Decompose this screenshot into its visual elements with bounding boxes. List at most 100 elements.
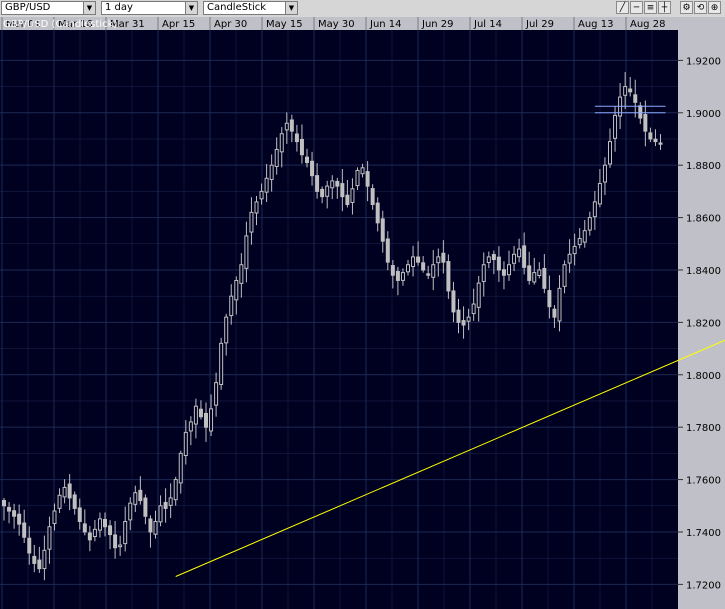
fibonacci-icon[interactable]: ≡: [644, 1, 657, 14]
candle-body: [77, 507, 82, 522]
candle-body: [557, 287, 562, 322]
candle-body: [592, 201, 597, 218]
candle-body: [360, 167, 365, 175]
candle-body: [648, 132, 653, 140]
candle-body: [163, 501, 168, 509]
chart-style-select[interactable]: CandleStick ▼: [203, 1, 298, 15]
candle-body: [390, 265, 395, 276]
y-tick-label: 1.9000: [686, 109, 721, 120]
candle-body: [204, 412, 208, 428]
zoom-icon[interactable]: ⊕: [708, 1, 721, 14]
candle-body: [67, 483, 72, 499]
symbol-select-value: GBP/USD: [5, 2, 51, 13]
candle-body: [537, 269, 542, 276]
chevron-down-icon[interactable]: ▼: [83, 2, 95, 14]
candle-body: [486, 256, 491, 263]
candle-body: [628, 88, 633, 93]
candle-body: [183, 431, 188, 456]
candle-body: [234, 279, 239, 301]
candle-body: [451, 290, 456, 313]
candle-body: [138, 489, 143, 502]
x-tick-label: Aug 28: [630, 19, 665, 30]
chevron-down-icon[interactable]: ▼: [285, 2, 297, 14]
candle-body: [97, 518, 102, 531]
candle-body: [42, 549, 47, 570]
candle-body: [289, 119, 294, 132]
horizontal-line-icon[interactable]: ─: [630, 1, 643, 14]
candle-body: [118, 544, 123, 548]
candle-body: [224, 316, 229, 344]
text-icon[interactable]: ┼: [658, 1, 671, 14]
candle-body: [264, 177, 269, 193]
candle-body: [173, 479, 178, 501]
candle-body: [37, 559, 42, 570]
candle-body: [27, 537, 32, 554]
x-tick-label: Jul 14: [473, 19, 502, 30]
candle-body: [522, 245, 527, 268]
chevron-down-icon[interactable]: ▼: [185, 2, 197, 14]
y-tick-label: 1.8800: [686, 161, 721, 172]
x-tick-label: May 30: [318, 19, 355, 30]
candle-body: [305, 156, 309, 164]
candle-body: [431, 264, 436, 278]
chart-area[interactable]: Mar 01 Mar 16 Mar 31 Apr 15 Apr 30 May 15 May …: [0, 17, 725, 609]
candle-body: [128, 502, 133, 521]
interval-select[interactable]: 1 day ▼: [101, 1, 198, 15]
candle-body: [158, 505, 163, 523]
candle-body: [274, 148, 279, 167]
candle-body: [315, 175, 320, 192]
candle-body: [552, 308, 557, 318]
x-tick-label: Jun 29: [421, 19, 454, 30]
candle-body: [491, 254, 496, 261]
candle-body: [279, 133, 284, 153]
candle-body: [57, 494, 62, 509]
candle-body: [198, 408, 203, 418]
candle-body: [52, 510, 57, 525]
candle-body: [259, 190, 264, 200]
candle-body: [517, 248, 522, 258]
candle-body: [294, 133, 299, 143]
candle-body: [103, 518, 107, 528]
candle-body: [168, 497, 173, 506]
refresh-icon[interactable]: ⟲: [694, 1, 707, 14]
x-tick-label: Apr 15: [162, 19, 195, 30]
candle-body: [310, 160, 315, 177]
candle-body: [108, 525, 113, 536]
candle-body: [527, 265, 532, 281]
candle-body: [577, 238, 582, 246]
candle-body: [395, 270, 400, 281]
symbol-select[interactable]: GBP/USD ▼: [1, 1, 96, 15]
candle-body: [239, 264, 244, 284]
candle-body: [133, 492, 138, 505]
candle-body: [340, 183, 345, 198]
candle-body: [325, 185, 330, 197]
candle-body: [143, 497, 148, 517]
candle-body: [330, 180, 335, 189]
candle-body: [476, 282, 481, 308]
candle-body: [496, 256, 501, 271]
candle-body: [375, 202, 380, 224]
candle-body: [658, 142, 663, 145]
candle-body: [350, 188, 355, 203]
x-tick-label: Apr 30: [214, 19, 247, 30]
candle-body: [209, 408, 214, 432]
candle-body: [249, 211, 254, 233]
candle-body: [406, 264, 410, 273]
candle-body: [633, 94, 638, 103]
candle-body: [623, 86, 628, 96]
candle-body: [299, 138, 304, 156]
candle-body: [284, 122, 289, 131]
candle-body: [587, 217, 592, 231]
candle-body: [461, 320, 466, 326]
candle-body: [244, 235, 249, 269]
settings-icon[interactable]: ⚙: [680, 1, 693, 14]
chart-title: GBP/USD (Candlestick): [3, 19, 118, 30]
x-tick-label: Jul 29: [525, 19, 554, 30]
candle-body: [47, 526, 52, 550]
candle-body: [638, 105, 643, 119]
candle-body: [441, 252, 446, 263]
y-tick-label: 1.7200: [686, 580, 721, 591]
y-tick-label: 1.7400: [686, 528, 721, 539]
line-draw-icon[interactable]: ╱: [616, 1, 629, 14]
candle-body: [188, 421, 193, 432]
